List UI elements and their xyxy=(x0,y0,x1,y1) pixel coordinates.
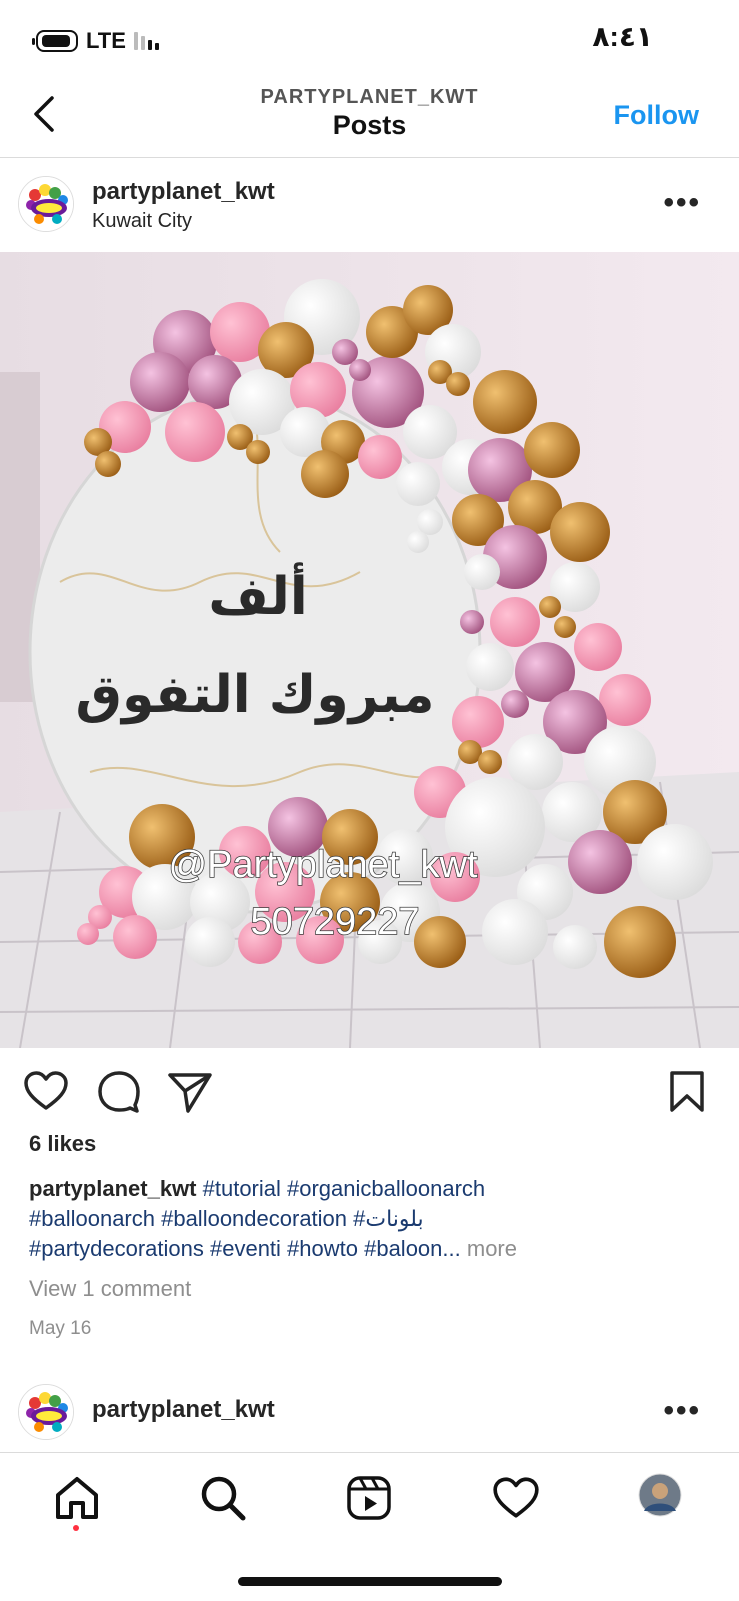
nav-profile[interactable] xyxy=(638,1473,688,1523)
party-planet-logo-icon xyxy=(19,177,73,231)
header-divider xyxy=(0,157,739,158)
status-time: ٨:٤١ xyxy=(592,21,653,52)
caption-hashtags-3[interactable]: #partydecorations #eventi #howto #baloon… xyxy=(29,1236,461,1261)
caption-more-link[interactable]: more xyxy=(467,1236,517,1261)
nav-activity[interactable] xyxy=(491,1473,541,1523)
post-image[interactable]: ألف مبروك التفوق @Partyplanet_kwt 507292… xyxy=(0,252,739,1048)
nav-reels[interactable] xyxy=(344,1473,394,1523)
image-phone-text: 50729227 xyxy=(250,901,419,943)
reels-icon xyxy=(347,1476,391,1520)
battery-icon xyxy=(32,30,78,52)
post-location[interactable]: Kuwait City xyxy=(92,210,192,233)
next-post-options-icon[interactable]: ••• xyxy=(663,1394,701,1428)
home-icon xyxy=(56,1477,98,1519)
send-icon xyxy=(168,1073,212,1113)
profile-avatar-icon xyxy=(638,1473,682,1517)
share-button[interactable] xyxy=(166,1067,214,1115)
comment-button[interactable] xyxy=(95,1067,143,1115)
heart-icon xyxy=(24,1071,68,1110)
caption-username[interactable]: partyplanet_kwt xyxy=(29,1176,197,1201)
post-username[interactable]: partyplanet_kwt xyxy=(92,178,275,206)
save-button[interactable] xyxy=(663,1067,711,1115)
post-caption: partyplanet_kwt #tutorial #organicballoo… xyxy=(29,1174,709,1264)
heart-icon xyxy=(493,1477,539,1518)
next-post-username[interactable]: partyplanet_kwt xyxy=(92,1396,275,1424)
post-date: May 16 xyxy=(29,1318,92,1339)
activity-dot xyxy=(73,1525,79,1531)
party-planet-logo-icon xyxy=(19,1385,73,1439)
search-icon xyxy=(201,1476,246,1521)
caption-hashtags-2[interactable]: #balloonarch #balloondecoration #بلونات xyxy=(29,1206,424,1231)
nav-search[interactable] xyxy=(198,1473,248,1523)
bookmark-icon xyxy=(670,1071,704,1112)
status-bar-left: LTE xyxy=(32,26,159,56)
comment-icon xyxy=(98,1071,140,1113)
home-indicator xyxy=(238,1577,502,1586)
avatar[interactable] xyxy=(18,176,74,232)
post-options-icon[interactable]: ••• xyxy=(663,186,701,220)
network-type: LTE xyxy=(86,28,126,53)
image-arabic-line-1: ألف xyxy=(208,562,307,627)
next-post-avatar[interactable] xyxy=(18,1384,74,1440)
image-arabic-line-2: مبروك التفوق xyxy=(76,665,435,725)
view-comments-link[interactable]: View 1 comment xyxy=(29,1276,191,1302)
caption-hashtags-1[interactable]: #tutorial #organicballoonarch xyxy=(203,1176,486,1201)
signal-icon xyxy=(133,32,159,50)
like-button[interactable] xyxy=(22,1067,70,1115)
image-handle-text: @Partyplanet_kwt xyxy=(169,844,478,886)
follow-button[interactable]: Follow xyxy=(614,100,699,131)
nav-home[interactable] xyxy=(52,1473,102,1523)
balloon-backdrop-photo: ألف مبروك التفوق @Partyplanet_kwt 507292… xyxy=(0,252,739,1048)
likes-count[interactable]: 6 likes xyxy=(29,1131,96,1157)
